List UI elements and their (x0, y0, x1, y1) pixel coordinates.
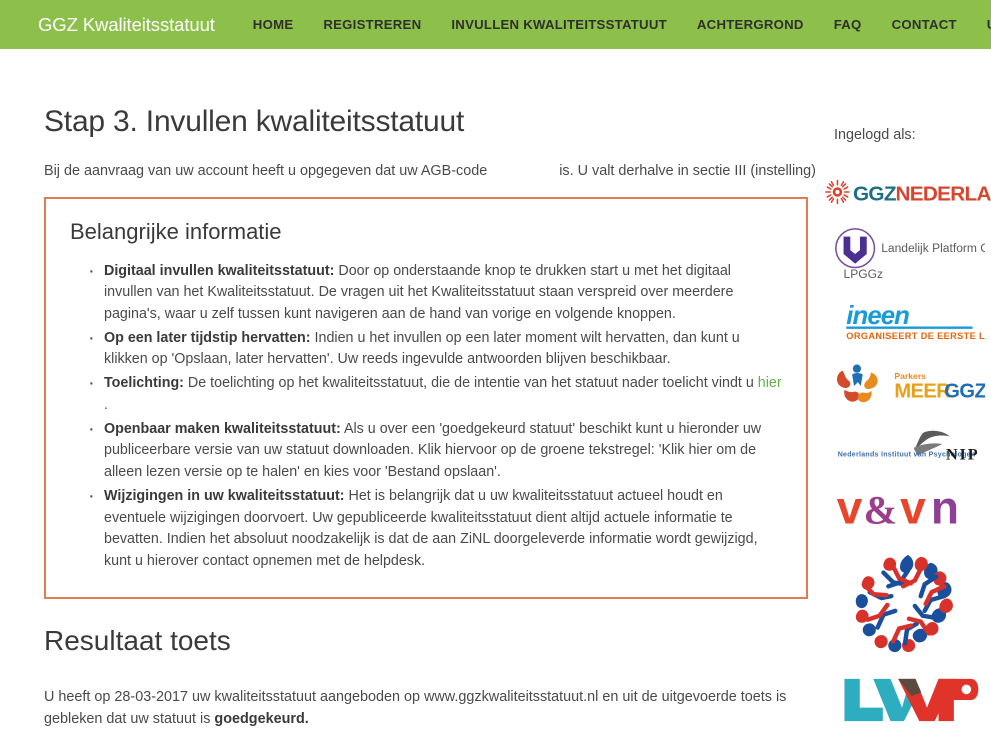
nav-item-home[interactable]: HOME (253, 17, 294, 32)
svg-text:GGZ: GGZ (944, 380, 984, 402)
nip-icon: Nederlands Instituut van Psychologen NIP (838, 430, 980, 463)
svg-text:&: & (864, 487, 898, 531)
svg-text:v: v (837, 483, 863, 531)
svg-text:NIP: NIP (946, 446, 980, 463)
info-panel-list: Digitaal invullen kwaliteitsstatuut: Doo… (70, 258, 782, 573)
sidebar-logo-nip: Nederlands Instituut van Psychologen NIP (825, 427, 991, 465)
intro-paragraph: Bij de aanvraag van uw account heeft u o… (44, 161, 825, 183)
nav-item-achtergrond[interactable]: ACHTERGROND (697, 17, 804, 32)
page-title: Stap 3. Invullen kwaliteitsstatuut (44, 105, 465, 138)
logged-in-as-label: Ingelogd als: (834, 127, 916, 143)
intro-text-before: Bij de aanvraag van uw account heeft u o… (44, 163, 488, 179)
brand-title[interactable]: GGZ Kwaliteitsstatuut (38, 14, 215, 36)
info-panel-title: Belangrijke informatie (70, 218, 282, 244)
svg-text:MEER: MEER (895, 380, 952, 402)
list-item: Wijzigingen in uw kwaliteitsstatuut: Het… (88, 483, 782, 573)
info-item-term: Openbaar maken kwaliteitsstatuut: (104, 420, 341, 437)
toelichting-hier-link[interactable]: hier (758, 375, 782, 391)
page-body: Stap 3. Invullen kwaliteitsstatuut Bij d… (0, 49, 991, 737)
info-item-term: Wijzigingen in uw kwaliteitsstatuut: (104, 487, 345, 504)
nav-item-uitloggen[interactable]: UITLOGGEN (987, 17, 991, 32)
sidebar-logo-ineen: ineen ORGANISEERT DE EERSTE LIJN (825, 299, 991, 343)
list-item: Toelichting: De toelichting op het kwali… (88, 370, 782, 416)
sidebar-logo-lvvp (825, 675, 991, 723)
lvvp-icon (844, 678, 979, 722)
svg-text:LPGGz: LPGGz (843, 267, 883, 281)
svg-text:Landelijk Platform GGz: Landelijk Platform GGz (881, 241, 985, 255)
result-status-word: goedgekeurd. (214, 710, 309, 727)
info-item-text: De toelichting op het kwaliteitsstatuut,… (183, 375, 758, 392)
result-section-title: Resultaat toets (44, 624, 231, 656)
top-navbar: GGZ Kwaliteitsstatuut HOME REGISTREREN I… (0, 0, 991, 49)
result-paragraph-1: U heeft op 28-03-2017 uw kwaliteitsstatu… (44, 687, 809, 731)
lpggz-icon: Landelijk Platform GGz LPGGz (834, 228, 985, 281)
nav-item-invullen-kwaliteitsstatuut[interactable]: INVULLEN KWALITEITSSTATUUT (451, 17, 667, 32)
meerggz-icon: Parkers MEER GGZ (837, 364, 985, 402)
info-item-term: Op een later tijdstip hervatten: (104, 329, 311, 346)
agb-code-redacted-value (487, 161, 559, 183)
ggz-nederland-icon: GGZ NEDERLAND (825, 179, 991, 205)
people-circle-icon (855, 554, 953, 653)
list-item: Digitaal invullen kwaliteitsstatuut: Doo… (88, 258, 782, 326)
list-item: Openbaar maken kwaliteitsstatuut: Als u … (88, 416, 782, 484)
sidebar-logo-ggz-nederland: GGZ NEDERLAND (825, 177, 991, 207)
result-paragraph-1-text: U heeft op 28-03-2017 uw kwaliteitsstatu… (44, 688, 787, 727)
svg-text:n: n (931, 483, 957, 531)
list-item: Op een later tijdstip hervatten: Indien … (88, 325, 782, 371)
svg-text:ORGANISEERT DE EERSTE LIJN: ORGANISEERT DE EERSTE LIJN (847, 331, 985, 341)
nav-links: HOME REGISTREREN INVULLEN KWALITEITSSTAT… (253, 17, 991, 32)
sidebar-logo-lpggz: Landelijk Platform GGz LPGGz (825, 225, 991, 281)
vvvn-icon: v v n & (837, 483, 960, 531)
nav-item-registreren[interactable]: REGISTREREN (323, 17, 421, 32)
info-item-term: Digitaal invullen kwaliteitsstatuut: (104, 262, 335, 279)
sidebar-logo-meerggz: Parkers MEER GGZ (825, 361, 991, 409)
nav-item-contact[interactable]: CONTACT (892, 17, 957, 32)
ineen-icon: ineen ORGANISEERT DE EERSTE LIJN (847, 302, 985, 341)
sidebar-logo-vvvn: v v n & (825, 483, 991, 531)
info-item-term: Toelichting: (104, 375, 184, 392)
nav-item-faq[interactable]: FAQ (834, 17, 862, 32)
important-info-panel: Belangrijke informatie Digitaal invullen… (44, 196, 808, 599)
svg-text:GGZ: GGZ (853, 182, 897, 205)
svg-text:ineen: ineen (847, 302, 910, 330)
sidebar-logo-people-circle (825, 549, 991, 657)
intro-text-after: is. U valt derhalve in sectie III (inste… (559, 163, 816, 179)
sidebar: Ingelogd als: GGZ NEDERLA Landelijk Plat… (825, 49, 991, 737)
main-content: Stap 3. Invullen kwaliteitsstatuut Bij d… (0, 49, 825, 737)
svg-text:NEDERLAND: NEDERLAND (896, 182, 991, 205)
info-item-text-after: . (104, 396, 108, 413)
svg-text:v: v (900, 483, 926, 531)
